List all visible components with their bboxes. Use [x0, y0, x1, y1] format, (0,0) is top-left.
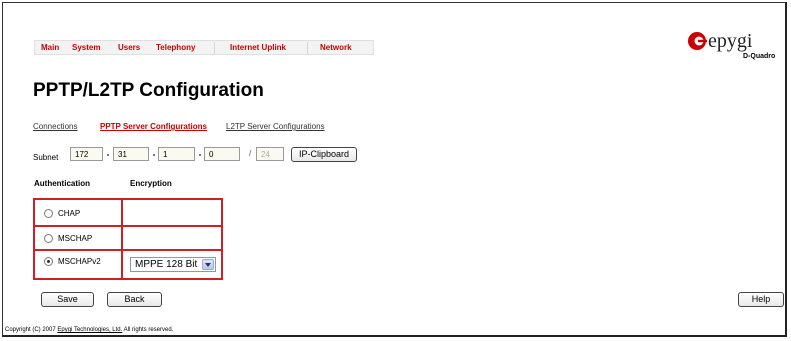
menu-item-main[interactable]: Main — [41, 43, 59, 52]
ip-clipboard-button[interactable]: IP-Clipboard — [291, 147, 357, 162]
copyright-footer: Copyright (C) 2007 Epygi Technologies, L… — [5, 327, 173, 333]
subnet-mask-field[interactable]: 24 — [256, 147, 284, 161]
top-menu: Main System Users Telephony Internet Upl… — [34, 40, 374, 55]
encryption-header: Encryption — [130, 179, 172, 188]
menu-item-network[interactable]: Network — [320, 43, 352, 52]
auth-label-chap: CHAP — [58, 209, 81, 218]
menu-separator — [214, 42, 215, 54]
radio-mschap[interactable] — [44, 234, 53, 243]
encryption-select[interactable]: MPPE 128 Bit — [130, 257, 216, 272]
octet-separator — [153, 154, 155, 156]
subnet-label: Subnet — [33, 153, 59, 162]
subnet-octet-3[interactable]: 1 — [158, 147, 195, 161]
subnet-octet-4[interactable]: 0 — [204, 147, 240, 161]
menu-item-users[interactable]: Users — [118, 43, 140, 52]
tab-l2tp-server-configurations[interactable]: L2TP Server Configurations — [226, 122, 325, 131]
authentication-table: CHAP MSCHAP MSCHAPv2 MPPE 128 Bit — [33, 198, 223, 280]
table-divider — [121, 200, 123, 278]
menu-separator — [307, 42, 308, 54]
chevron-down-icon[interactable] — [202, 259, 214, 270]
logo-subtitle: D-Quadro — [743, 53, 776, 60]
page-title: PPTP/L2TP Configuration — [33, 80, 264, 101]
auth-label-mschapv2: MSCHAPv2 — [58, 257, 101, 266]
back-button[interactable]: Back — [107, 292, 162, 307]
radio-mschapv2[interactable] — [44, 257, 53, 266]
radio-chap[interactable] — [44, 209, 53, 218]
mask-slash: / — [249, 149, 252, 158]
table-divider — [35, 249, 221, 251]
tab-connections[interactable]: Connections — [33, 122, 77, 131]
subnet-octet-1[interactable]: 172 — [70, 147, 103, 161]
menu-item-telephony[interactable]: Telephony — [156, 43, 195, 52]
logo-brand: epygi — [708, 30, 753, 52]
save-button[interactable]: Save — [41, 292, 94, 307]
menu-item-system[interactable]: System — [72, 43, 100, 52]
copyright-prefix: Copyright (C) 2007 — [5, 327, 56, 333]
octet-separator — [107, 154, 109, 156]
help-button[interactable]: Help — [738, 292, 784, 307]
subnet-octet-2[interactable]: 31 — [113, 147, 149, 161]
authentication-header: Authentication — [34, 179, 90, 188]
octet-separator — [199, 154, 201, 156]
tab-pptp-server-configurations[interactable]: PPTP Server Configurations — [100, 122, 207, 131]
epygi-link[interactable]: Epygi Technologies, Ltd. — [57, 327, 122, 333]
menu-item-internet-uplink[interactable]: Internet Uplink — [230, 43, 286, 52]
copyright-suffix: All rights reserved. — [123, 327, 174, 333]
auth-label-mschap: MSCHAP — [58, 234, 93, 243]
table-divider — [35, 225, 221, 227]
application-frame: Main System Users Telephony Internet Upl… — [2, 2, 787, 337]
encryption-select-value: MPPE 128 Bit — [135, 259, 198, 270]
